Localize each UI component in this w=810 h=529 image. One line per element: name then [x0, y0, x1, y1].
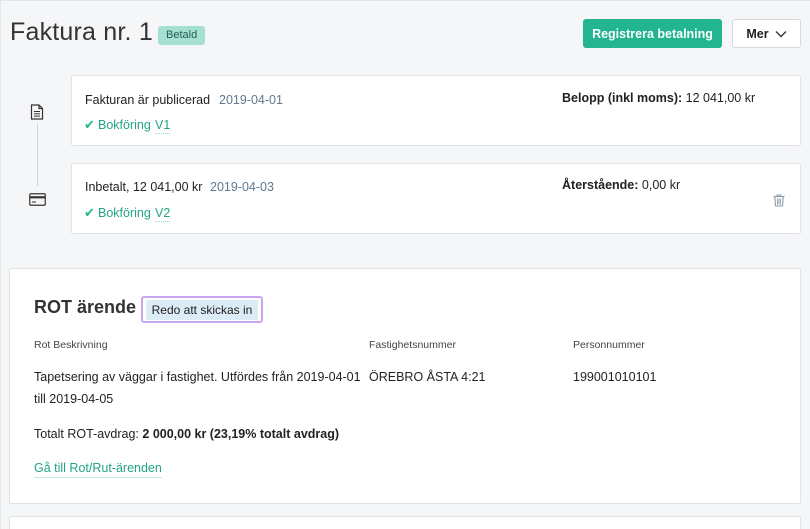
rot-description-line: Tapetsering av väggar i fastighet. Utför… [34, 370, 361, 384]
bookkeeping-link[interactable]: Bokföring [98, 118, 151, 132]
remaining-amount: Återstående: 0,00 kr [562, 178, 680, 192]
timeline-event-paid: Inbetalt, 12 041,00 kr 2019-04-03 ✔ Bokf… [71, 163, 801, 234]
rot-description-label: Rot Beskrivning [34, 339, 108, 351]
timeline-event-published: Fakturan är publicerad 2019-04-01 ✔ Bokf… [71, 75, 801, 146]
amount-label: Belopp (inkl moms): [562, 91, 683, 105]
property-number-label: Fastighetsnummer [369, 339, 456, 351]
credit-card-icon [29, 193, 46, 206]
event-date: 2019-04-01 [219, 93, 283, 107]
amount-value: 12 041,00 kr [685, 91, 756, 105]
chevron-down-icon [775, 30, 787, 37]
rot-total-value: 2 000,00 kr (23,19% totalt avdrag) [142, 427, 340, 441]
rot-total-label: Totalt ROT-avdrag: [34, 427, 139, 441]
event-title: Fakturan är publicerad [85, 93, 211, 107]
register-payment-button[interactable]: Registrera betalning [583, 19, 722, 48]
timeline-connector [37, 124, 38, 186]
document-icon [30, 104, 44, 120]
voucher-link[interactable]: V1 [155, 118, 171, 134]
more-button-label: Mer [746, 26, 769, 41]
next-card [9, 516, 801, 529]
remaining-label: Återstående: [562, 178, 639, 192]
personal-number-label: Personnummer [573, 339, 645, 351]
rot-description-value: Tapetsering av väggar i fastighet. Utför… [34, 366, 364, 410]
remaining-value: 0,00 kr [641, 178, 681, 192]
personal-number-value: 199001010101 [573, 370, 657, 384]
rot-status-badge: Redo att skickas in [141, 296, 263, 323]
event-title: Inbetalt, 12 041,00 kr [85, 180, 203, 194]
trash-icon[interactable] [773, 194, 785, 212]
page-title: Faktura nr. 1 [10, 18, 153, 46]
rot-case-card: ROT ärende Redo att skickas in Rot Beskr… [9, 268, 801, 504]
amount-incl-vat: Belopp (inkl moms): 12 041,00 kr [562, 91, 755, 105]
property-number-value: ÖREBRO ÅSTA 4:21 [369, 370, 486, 384]
status-badge: Betald [158, 26, 206, 45]
checkmark-icon: ✔ [84, 117, 95, 132]
rot-description-line: till 2019-04-05 [34, 392, 114, 406]
go-to-rot-rut-link[interactable]: Gå till Rot/Rut-ärenden [34, 461, 162, 478]
voucher-link[interactable]: V2 [155, 206, 171, 222]
bookkeeping-link[interactable]: Bokföring [98, 206, 151, 220]
more-dropdown-button[interactable]: Mer [732, 19, 801, 48]
rot-total: Totalt ROT-avdrag: 2 000,00 kr (23,19% t… [34, 427, 339, 441]
checkmark-icon: ✔ [84, 205, 95, 220]
event-date: 2019-04-03 [210, 180, 274, 194]
rot-title: ROT ärende [34, 297, 137, 317]
rot-status-label: Redo att skickas in [145, 299, 259, 320]
